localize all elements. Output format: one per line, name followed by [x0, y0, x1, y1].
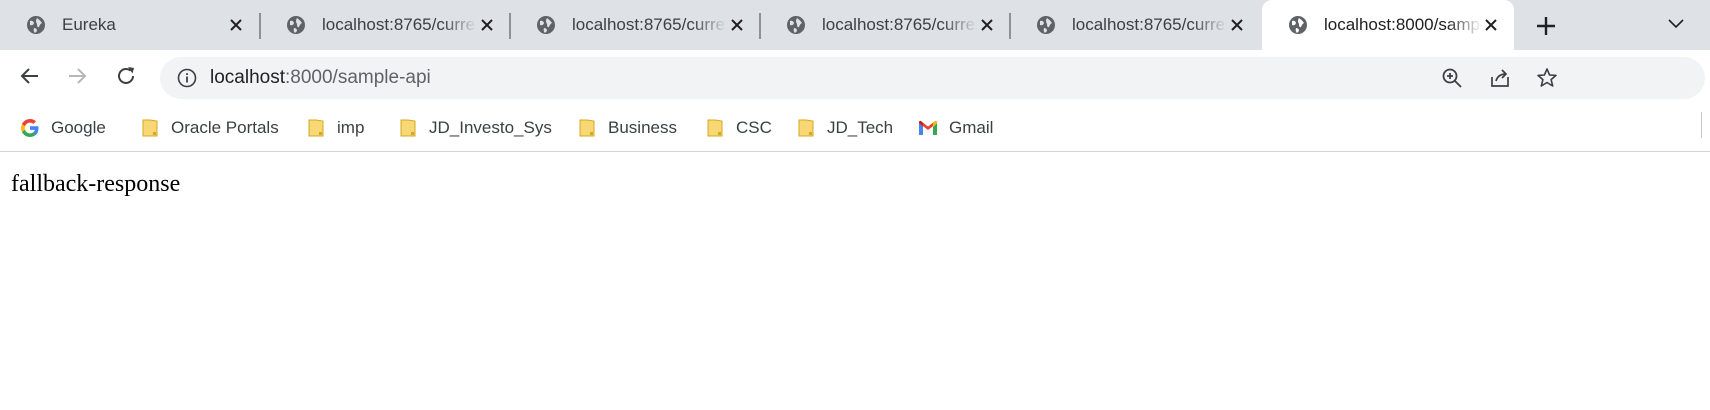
gmail-icon: [919, 120, 937, 135]
tab-strip: Eureka localhost:8765/currency-exchange/…: [0, 0, 1710, 50]
url-text[interactable]: localhost:8000/sample-api: [210, 67, 431, 89]
new-tab-icon[interactable]: [1532, 12, 1560, 40]
globe-icon: [27, 16, 45, 34]
url-host: localhost: [210, 67, 285, 88]
folder-icon: [142, 119, 158, 137]
close-icon[interactable]: [478, 16, 496, 34]
tab-currency-conversion-feign[interactable]: localhost:8765/currency-conversion-feign…: [760, 0, 1010, 50]
page-content: fallback-response: [0, 153, 1710, 410]
close-icon[interactable]: [1228, 16, 1246, 34]
bookmark-jd-investo-sys[interactable]: JD_Investo_Sys: [397, 113, 552, 143]
bookmark-label: imp: [337, 118, 365, 137]
tab-sample-api[interactable]: localhost:8000/sample-api: [1262, 0, 1514, 50]
globe-icon: [787, 16, 805, 34]
folder-icon: [400, 119, 416, 137]
reload-icon[interactable]: [114, 64, 138, 88]
folder-icon: [579, 119, 595, 137]
close-icon[interactable]: [728, 16, 746, 34]
url-path: :8000/sample-api: [285, 67, 431, 88]
bookmark-label: Gmail: [949, 118, 994, 137]
bookmark-jd-tech[interactable]: JD_Tech: [795, 113, 893, 143]
tab-title: localhost:8765/currency-conversion-feign…: [822, 15, 977, 34]
tab-title: localhost:8000/sample-api: [1324, 15, 1482, 34]
bookmark-google[interactable]: Google: [19, 113, 106, 143]
chevron-down-icon[interactable]: [1666, 13, 1686, 33]
bookmark-label: Business: [608, 118, 677, 137]
bookmark-gmail[interactable]: Gmail: [917, 113, 993, 143]
bookmark-imp[interactable]: imp: [305, 113, 364, 143]
google-icon: [21, 119, 39, 137]
close-icon[interactable]: [978, 16, 996, 34]
forward-arrow-icon[interactable]: [65, 64, 89, 88]
folder-icon: [798, 119, 814, 137]
bookmark-oracle-portals[interactable]: Oracle Portals: [139, 113, 279, 143]
tab-currency-exchange[interactable]: localhost:8765/currency-exchange/from/US…: [260, 0, 510, 50]
bookmark-label: Oracle Portals: [171, 118, 279, 137]
tab-title: localhost:8765/currency-conversion/from/…: [572, 15, 727, 34]
bookmark-csc[interactable]: CSC: [704, 113, 772, 143]
address-bar[interactable]: localhost:8000/sample-api: [160, 57, 1705, 99]
bookmarks-bar: Google Oracle Portals imp JD_Investo_Sys…: [0, 104, 1710, 152]
info-icon[interactable]: [177, 68, 197, 88]
globe-icon: [1037, 16, 1055, 34]
bookmarks-divider: [1701, 112, 1702, 138]
response-text: fallback-response: [11, 171, 181, 197]
globe-icon: [1289, 16, 1307, 34]
tab-title: localhost:8765/currency-exchange/from/US…: [322, 15, 477, 34]
bookmark-label: CSC: [736, 118, 772, 137]
zoom-icon[interactable]: [1441, 67, 1463, 89]
bookmark-label: Google: [51, 118, 106, 137]
bookmark-label: JD_Tech: [827, 118, 894, 137]
tab-eureka[interactable]: Eureka: [0, 0, 260, 50]
close-icon[interactable]: [1482, 16, 1500, 34]
bookmark-label: JD_Investo_Sys: [429, 118, 552, 137]
share-icon[interactable]: [1489, 67, 1511, 89]
globe-icon: [287, 16, 305, 34]
tab-currency-conversion[interactable]: localhost:8765/currency-conversion/from/…: [510, 0, 760, 50]
tab-title: Eureka: [62, 15, 116, 34]
folder-icon: [707, 119, 723, 137]
tab-title: localhost:8765/currency-exchange-new/fro…: [1072, 15, 1227, 34]
folder-icon: [308, 119, 324, 137]
close-icon[interactable]: [227, 16, 245, 34]
tab-currency-exchange-new[interactable]: localhost:8765/currency-exchange-new/fro…: [1010, 0, 1260, 50]
bookmark-business[interactable]: Business: [576, 113, 677, 143]
globe-icon: [537, 16, 555, 34]
back-arrow-icon[interactable]: [18, 64, 42, 88]
star-icon[interactable]: [1536, 67, 1558, 89]
